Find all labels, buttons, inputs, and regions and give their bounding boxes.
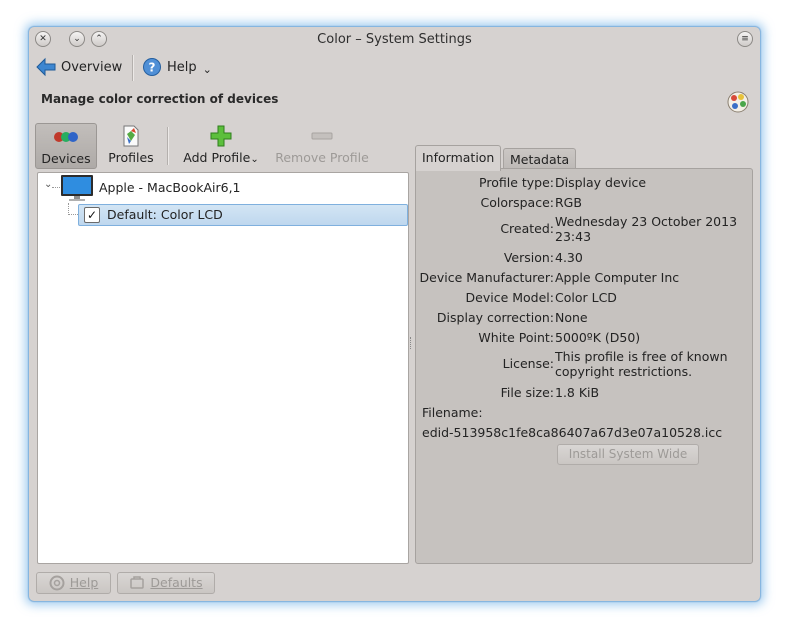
overview-button[interactable]: Overview: [35, 55, 122, 79]
profile-enabled-checkbox[interactable]: ✓: [84, 207, 100, 223]
add-profile-label: Add Profile⌄: [181, 150, 261, 165]
profile-name: Default: Color LCD: [107, 207, 223, 222]
info-label: White Point:: [478, 330, 554, 345]
profiles-button[interactable]: Profiles: [103, 123, 159, 167]
info-value: None: [555, 310, 588, 325]
device-row[interactable]: ⌄ Apple - MacBookAir6,1: [38, 173, 408, 203]
help-lifebuoy-icon: [49, 575, 65, 591]
actions-separator: [167, 127, 169, 165]
window-menu-button[interactable]: ≡: [737, 31, 753, 47]
help-menu-button[interactable]: ? Help ⌄: [142, 55, 212, 79]
tab-metadata[interactable]: Metadata: [503, 148, 577, 170]
profiles-label: Profiles: [108, 150, 154, 165]
info-value: 1.8 KiB: [555, 385, 600, 400]
minus-icon: [272, 123, 372, 149]
add-profile-button[interactable]: Add Profile⌄: [181, 123, 261, 167]
info-label: Colorspace:: [480, 195, 554, 210]
info-label: Device Model:: [465, 290, 554, 305]
info-label: Profile type:: [479, 175, 554, 190]
devices-icon: [36, 124, 96, 150]
info-value: Display device: [555, 175, 647, 190]
info-label: Device Manufacturer:: [419, 270, 554, 285]
info-label: Display correction:: [436, 310, 554, 325]
device-tree[interactable]: ⌄ Apple - MacBookAir6,1 ✓ Default: Color…: [37, 172, 409, 564]
defaults-button[interactable]: Defaults: [117, 572, 215, 594]
device-name: Apple - MacBookAir6,1: [99, 180, 241, 195]
defaults-label: Defaults: [150, 575, 203, 590]
footer-help-button[interactable]: Help: [36, 572, 111, 594]
devices-button[interactable]: Devices: [35, 123, 97, 169]
info-value: Color LCD: [555, 290, 617, 305]
info-label: Version:: [503, 250, 554, 265]
help-label: Help: [167, 59, 197, 75]
back-arrow-icon: [36, 57, 56, 77]
page-title: Manage color correction of devices: [41, 92, 279, 106]
tab-information[interactable]: Information: [415, 145, 502, 171]
add-profile-text: Add Profile: [183, 150, 251, 165]
profiles-icon: [103, 123, 159, 149]
overview-label: Overview: [61, 59, 123, 75]
filename-label: Filename:: [422, 405, 483, 420]
info-value: Apple Computer Inc: [555, 270, 680, 285]
color-module-logo-icon: [726, 90, 750, 117]
help-icon: ?: [143, 58, 161, 76]
splitter-handle[interactable]: [410, 337, 414, 349]
chevron-down-icon: ⌄: [250, 154, 259, 165]
plus-icon: [181, 123, 261, 149]
expand-chevron-icon[interactable]: ⌄: [44, 179, 52, 190]
remove-profile-button[interactable]: Remove Profile: [272, 123, 372, 167]
profile-row-selected[interactable]: ✓ Default: Color LCD: [78, 204, 408, 226]
info-label: File size:: [500, 385, 554, 400]
window-title: Color – System Settings: [317, 32, 472, 47]
monitor-icon: [61, 175, 93, 201]
toolbar-separator: [132, 55, 134, 81]
remove-profile-label: Remove Profile: [275, 150, 369, 165]
info-value: This profile is free of known copyright …: [555, 349, 728, 379]
install-system-wide-button[interactable]: Install System Wide: [557, 444, 699, 465]
chevron-down-icon: ⌄: [202, 62, 212, 76]
info-value: RGB: [555, 195, 582, 210]
info-label: License:: [502, 356, 554, 371]
info-label: Created:: [500, 221, 554, 236]
title-bar: ✕ ⌄ ⌃ Color – System Settings ≡: [29, 27, 760, 53]
settings-window: ✕ ⌄ ⌃ Color – System Settings ≡ Overview…: [29, 27, 760, 601]
svg-text:?: ?: [149, 61, 156, 75]
tree-connector: [68, 214, 78, 215]
restore-defaults-icon: [130, 576, 145, 589]
info-value: Wednesday 23 October 2013 23:43: [555, 214, 738, 244]
information-panel: Profile type: Display device Colorspace:…: [415, 168, 753, 564]
info-value: 4.30: [555, 250, 583, 265]
footer-help-label: Help: [69, 575, 99, 590]
devices-label: Devices: [41, 151, 91, 166]
filename-value: edid-513958c1fe8ca86407a67d3e07a10528.ic…: [422, 425, 723, 440]
info-value: 5000ºK (D50): [555, 330, 641, 345]
main-toolbar: Overview ? Help ⌄: [29, 53, 760, 83]
